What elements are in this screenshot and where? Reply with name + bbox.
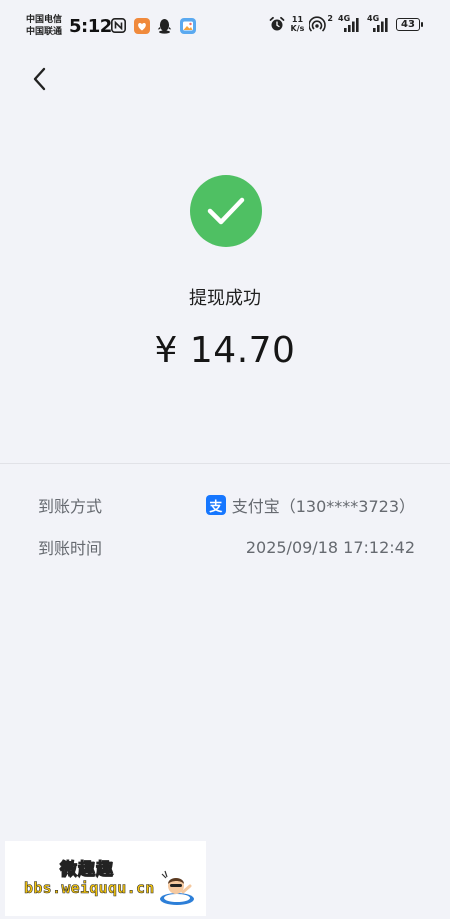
signal-strength-2: 4G <box>367 14 391 32</box>
mascot-icon <box>160 870 194 905</box>
hotspot-indicator: 2 <box>309 14 333 32</box>
time-label: 到账时间 <box>38 539 103 558</box>
carrier-1: 中国电信 <box>26 15 63 25</box>
detail-row-method: 到账方式 支 支付宝（130****3723） <box>38 493 415 517</box>
withdraw-amount: ¥ 14.70 <box>154 330 296 371</box>
chevron-left-icon <box>33 67 46 91</box>
app-notification-icon <box>133 17 150 34</box>
watermark-title: 微趣趣 <box>59 859 114 880</box>
notification-icons <box>110 17 196 34</box>
battery-indicator: 43 <box>396 17 423 31</box>
status-time: 5:12 <box>69 16 112 37</box>
signal-1-type: 4G <box>338 14 351 23</box>
status-bar: 中国电信 中国联通 5:12 11 K/s 2 4G 4G 43 <box>0 0 450 52</box>
system-icons: 11 K/s 2 4G 4G 43 <box>269 14 423 33</box>
detail-row-time: 到账时间 2025/09/18 17:12:42 <box>38 535 415 559</box>
qq-icon <box>156 17 173 34</box>
success-check-icon <box>190 175 262 247</box>
network-speed-unit: K/s <box>290 24 305 33</box>
alarm-icon <box>269 16 286 33</box>
signal-2-type: 4G <box>367 14 380 23</box>
nfc-icon <box>110 17 127 34</box>
gallery-icon <box>179 17 196 34</box>
network-speed-value: 11 <box>291 15 304 24</box>
signal-strength-1: 4G <box>338 14 362 32</box>
watermark-url: bbs.weiququ.cn <box>24 879 155 898</box>
network-speed: 11 K/s <box>291 15 305 33</box>
carrier-2: 中国联通 <box>26 27 63 37</box>
carrier-names: 中国电信 中国联通 <box>26 14 62 38</box>
method-value: 支付宝（130****3723） <box>231 497 415 516</box>
battery-level: 43 <box>401 18 415 30</box>
watermark-logo: 微趣趣 bbs.weiququ.cn <box>5 841 206 916</box>
method-value-group: 支 支付宝（130****3723） <box>205 493 415 517</box>
hd-label: 2 <box>327 14 333 23</box>
back-button[interactable] <box>24 64 54 94</box>
alipay-icon: 支 <box>205 495 226 515</box>
result-status-title: 提现成功 <box>189 288 261 309</box>
method-label: 到账方式 <box>38 497 103 516</box>
time-value: 2025/09/18 17:12:42 <box>245 537 415 557</box>
section-divider <box>0 463 450 464</box>
